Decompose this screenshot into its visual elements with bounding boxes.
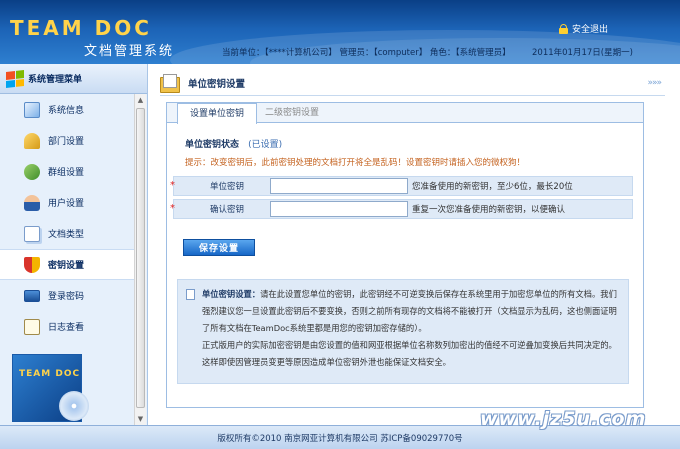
unit-key-desc: 您准备使用的新密钥，至少6位，最长20位 [412,182,573,192]
logo-subtitle: 文档管理系统 [84,44,175,59]
key-status-value: (已设置) [248,140,283,150]
sidebar-item-system-info[interactable]: 系统信息 [0,94,134,125]
product-box-label: TEAM DOC [19,369,81,379]
sidebar-item-log-view[interactable]: 日志查看 [0,311,134,342]
required-asterisk: * [170,203,175,214]
logout-link[interactable]: 安全退出 [558,22,608,35]
log-icon [24,318,40,335]
scrollbar-thumb[interactable] [136,108,145,408]
sidebar-item-key-settings[interactable]: 密钥设置 [0,249,134,280]
key-status-label: 单位密钥状态 [185,140,240,150]
note-paragraph-1: 请在此设置您单位的密钥，此密钥经不可逆变换后保存在系统里用于加密您单位的所有文档… [202,289,617,333]
sidebar-item-label: 日志查看 [48,323,85,333]
sidebar-scrollbar[interactable]: ▲ ▼ [134,94,146,425]
user-icon [24,194,40,211]
unit-key-row: * 单位密钥 您准备使用的新密钥，至少6位，最长20位 [170,176,633,196]
warning-hint: 提示：改变密钥后，此前密钥处理的文档打开将全是乱码！设置密钥时请插入您的微权狗！ [185,158,526,168]
sidebar-menu: 系统信息 部门设置 群组设置 用户设置 文档类型 密钥设置 登录密码 日志查看 [0,94,134,342]
confirm-key-label: 确认密钥 [210,205,245,215]
tab-secondary-key[interactable]: 二级密钥设置 [259,103,325,124]
current-admin: 管理员：【computer】 [339,48,428,58]
user-info-bar: 当前单位：【****计算机公司】 管理员：【computer】 角色：【系统管理… [222,46,633,58]
logo-text: TEAM DOC [10,16,152,40]
current-date: 2011年01月17日(星期一) [532,48,633,58]
current-role: 角色：【系统管理员】 [429,48,511,58]
save-button[interactable]: 保存设置 [183,239,255,256]
product-box-image: TEAM DOC [12,354,89,422]
current-unit: 当前单位：【****计算机公司】 [222,48,337,58]
sidebar-item-label: 用户设置 [48,199,85,209]
note-title: 单位密钥设置： [202,289,261,299]
confirm-key-row: * 确认密钥 重复一次您准备使用的新密钥，以便确认 [170,199,633,219]
key-status: 单位密钥状态 (已设置) [185,137,282,150]
confirm-key-desc: 重复一次您准备使用的新密钥，以便确认 [412,205,566,215]
confirm-key-input[interactable] [270,201,408,217]
main-content: 单位密钥设置 »»» 设置单位密钥 二级密钥设置 单位密钥状态 (已设置) 提示… [150,64,680,425]
sidebar-item-document-type[interactable]: 文档类型 [0,218,134,249]
document-type-icon [24,225,40,242]
department-icon [24,132,40,149]
sidebar: 系统管理菜单 系统信息 部门设置 群组设置 用户设置 文档类型 密钥设置 登录密… [0,64,148,425]
cd-disc-icon [59,391,89,421]
sidebar-item-label: 登录密码 [48,292,85,302]
note-paragraph-2: 正式版用户的实际加密密钥是由您设置的值和网亚根据单位名称数列加密出的值经不可逆叠… [202,340,617,367]
tab-bar: 设置单位密钥 二级密钥设置 [167,103,643,124]
info-note: 单位密钥设置：请在此设置您单位的密钥，此密钥经不可逆变换后保存在系统里用于加密您… [177,279,629,384]
sidebar-item-label: 文档类型 [48,230,85,240]
settings-panel: 设置单位密钥 二级密钥设置 单位密钥状态 (已设置) 提示：改变密钥后，此前密钥… [166,102,644,408]
sidebar-title-label: 系统管理菜单 [28,75,83,85]
unit-key-input[interactable] [270,178,408,194]
group-icon [24,163,40,180]
tab-unit-key[interactable]: 设置单位密钥 [177,103,257,124]
footer-copyright: 版权所有©2010 南京网亚计算机有限公司 苏ICP备09029770号 [217,433,463,444]
header: TEAM DOC 文档管理系统 安全退出 当前单位：【****计算机公司】 管理… [0,0,680,64]
sidebar-item-label: 密钥设置 [48,261,85,271]
chevrons-icon: »»» [647,77,661,88]
monitor-icon [24,289,40,302]
sidebar-item-group[interactable]: 群组设置 [0,156,134,187]
watermark: www.jz5u.com [480,408,647,430]
windows-logo-icon [6,69,24,88]
shield-icon [24,256,40,273]
folder-icon [160,73,180,93]
sidebar-item-department[interactable]: 部门设置 [0,125,134,156]
sidebar-item-label: 系统信息 [48,106,85,116]
system-info-icon [24,101,40,118]
note-document-icon [186,289,195,300]
sidebar-item-login-password[interactable]: 登录密码 [0,280,134,311]
sidebar-item-user[interactable]: 用户设置 [0,187,134,218]
required-asterisk: * [170,180,175,191]
lock-icon [558,23,568,34]
sidebar-item-label: 部门设置 [48,137,85,147]
logout-label: 安全退出 [571,25,608,35]
scroll-up-icon[interactable]: ▲ [136,95,145,105]
sidebar-item-label: 群组设置 [48,168,85,178]
page-title: 单位密钥设置 [188,78,246,90]
sidebar-title: 系统管理菜单 [0,64,147,94]
scroll-down-icon[interactable]: ▼ [136,414,145,424]
page-header: 单位密钥设置 »»» [160,70,665,96]
unit-key-label: 单位密钥 [210,182,245,192]
